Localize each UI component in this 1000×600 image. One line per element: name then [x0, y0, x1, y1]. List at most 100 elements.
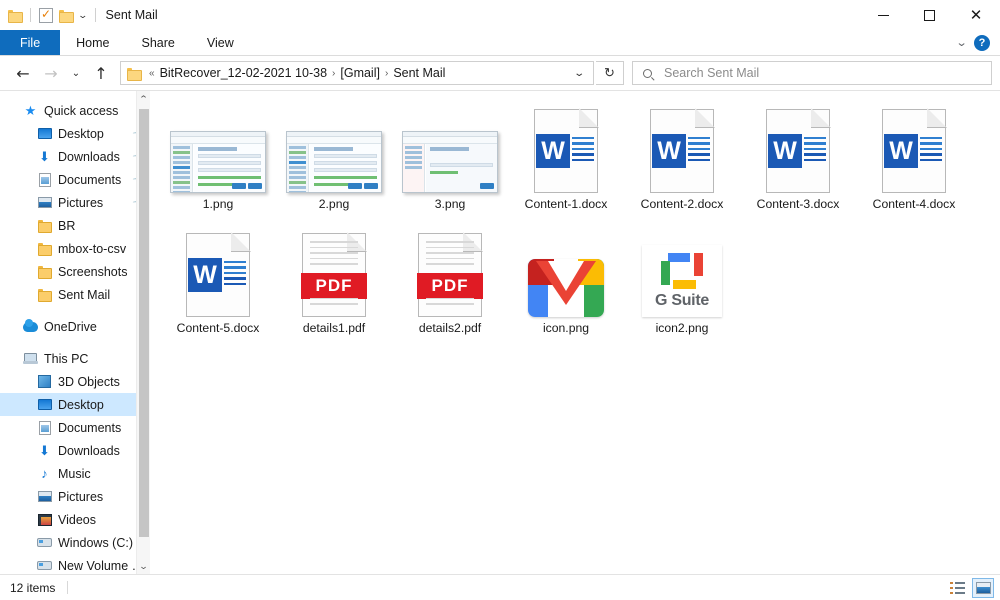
breadcrumb-separator: › [384, 67, 389, 79]
sidebar-item-music[interactable]: ♪ Music [0, 462, 150, 485]
file-item[interactable]: W Content-3.docx [740, 101, 856, 225]
sidebar-item-label: Desktop [58, 126, 104, 141]
tab-file[interactable]: File [0, 30, 61, 55]
details-view-icon [949, 581, 965, 594]
quick-access-toolbar: ⌄ [8, 7, 88, 23]
sidebar-item-pictures[interactable]: Pictures 📌 [0, 191, 150, 214]
music-icon: ♪ [41, 466, 48, 481]
image-thumbnail-icon [402, 131, 498, 193]
breadcrumb-dropdown-icon[interactable]: ⌄ [565, 68, 594, 79]
file-thumbnail: PDF [417, 225, 483, 321]
help-button[interactable]: ? [974, 34, 990, 51]
word-glyph: W [768, 134, 802, 168]
file-item[interactable]: W Content-1.docx [508, 101, 624, 225]
details-view-button[interactable] [946, 578, 968, 598]
search-input[interactable]: Search Sent Mail [632, 61, 992, 85]
maximize-button[interactable] [906, 0, 952, 30]
customize-chevron-icon[interactable]: ⌄ [77, 10, 88, 21]
pdf-document-icon: PDF [301, 233, 367, 317]
file-item[interactable]: 1.png [160, 101, 276, 225]
sidebar-item-label: Desktop [58, 397, 104, 412]
file-thumbnail: W [186, 225, 250, 321]
word-document-icon: W [650, 109, 714, 193]
file-thumbnail: PDF [301, 225, 367, 321]
image-thumbnail-icon [170, 131, 266, 193]
word-glyph: W [188, 258, 222, 292]
file-item[interactable]: G Suite icon2.png [624, 225, 740, 349]
forward-arrow-icon[interactable]: → [38, 60, 64, 86]
chevron-down-icon[interactable]: ⌄ [135, 558, 150, 574]
chevron-up-icon[interactable]: ⌃ [135, 91, 150, 107]
sidebar-item-new-volume-d[interactable]: New Volume (D:) [0, 554, 150, 574]
properties-icon[interactable] [39, 7, 53, 23]
sidebar-item-sent-mail[interactable]: Sent Mail [0, 283, 150, 306]
file-name: 2.png [318, 197, 350, 211]
sidebar-item-label: 3D Objects [58, 374, 120, 389]
folder-icon [8, 9, 23, 23]
new-folder-icon[interactable] [59, 9, 74, 23]
sidebar-item-downloads[interactable]: ⬇ Downloads 📌 [0, 145, 150, 168]
breadcrumb-bar[interactable]: « BitRecover_12-02-2021 10-38 › [Gmail] … [120, 61, 594, 85]
tab-home[interactable]: Home [60, 30, 125, 55]
word-document-icon: W [534, 109, 598, 193]
large-icons-view-button[interactable] [972, 577, 994, 598]
sidebar-item-windows-c[interactable]: Windows (C:) [0, 531, 150, 554]
status-bar: 12 items [0, 574, 1000, 600]
large-icons-view-icon [975, 581, 991, 594]
sidebar-item-downloads-thispc[interactable]: ⬇ Downloads [0, 439, 150, 462]
sidebar-item-pictures-thispc[interactable]: Pictures [0, 485, 150, 508]
file-item[interactable]: W Content-2.docx [624, 101, 740, 225]
minimize-button[interactable] [860, 0, 906, 30]
sidebar-item-3d-objects[interactable]: 3D Objects [0, 370, 150, 393]
gmail-logo-icon [528, 259, 604, 317]
sidebar-item-onedrive[interactable]: OneDrive [0, 315, 150, 338]
close-button[interactable]: ✕ [952, 0, 1000, 30]
navigation-pane-scrollbar[interactable]: ⌃ ⌄ [136, 91, 150, 574]
scrollbar-thumb[interactable] [139, 109, 149, 537]
file-name: details2.pdf [418, 321, 482, 335]
sidebar-item-mbox-to-csv[interactable]: mbox-to-csv [0, 237, 150, 260]
sidebar-group-this-pc[interactable]: This PC [0, 347, 150, 370]
file-list-view[interactable]: 1.png 2.png 3.png W Content-1.docx W Con… [150, 91, 1000, 574]
file-thumbnail: W [882, 101, 946, 197]
divider [30, 8, 31, 22]
file-item[interactable]: PDF details1.pdf [276, 225, 392, 349]
tab-view[interactable]: View [191, 30, 250, 55]
sidebar-item-videos[interactable]: Videos [0, 508, 150, 531]
sidebar-item-screenshots[interactable]: Screenshots [0, 260, 150, 283]
file-thumbnail: W [534, 101, 598, 197]
word-document-icon: W [186, 233, 250, 317]
breadcrumb-overflow[interactable]: « [147, 68, 157, 79]
sidebar-group-quick-access[interactable]: ★ Quick access [0, 99, 150, 122]
chevron-down-icon[interactable]: ⌄ [955, 36, 967, 49]
pictures-icon [36, 491, 53, 502]
sidebar-item-label: Downloads [58, 443, 120, 458]
explorer-body: ★ Quick access Desktop 📌 ⬇ Downloads 📌 D… [0, 90, 1000, 574]
refresh-button[interactable]: ↻ [596, 61, 624, 85]
sidebar-item-desktop[interactable]: Desktop 📌 [0, 122, 150, 145]
breadcrumb-item-sent-mail[interactable]: Sent Mail [393, 66, 445, 80]
folder-icon [127, 67, 142, 81]
drive-icon [36, 560, 53, 571]
breadcrumb-item-gmail[interactable]: [Gmail] [340, 66, 380, 80]
up-arrow-icon[interactable]: ↑ [88, 60, 114, 86]
file-item[interactable]: icon.png [508, 225, 624, 349]
star-icon: ★ [24, 102, 37, 118]
file-item[interactable]: PDF details2.pdf [392, 225, 508, 349]
sidebar-item-label: Music [58, 466, 91, 481]
tab-share[interactable]: Share [126, 30, 191, 55]
file-item[interactable]: W Content-5.docx [160, 225, 276, 349]
file-item[interactable]: 3.png [392, 101, 508, 225]
recent-locations-chevron-icon[interactable]: ⌄ [66, 60, 86, 86]
back-arrow-icon[interactable]: ← [10, 60, 36, 86]
breadcrumb-item-root[interactable]: BitRecover_12-02-2021 10-38 [160, 66, 327, 80]
sidebar-item-br[interactable]: BR [0, 214, 150, 237]
file-name: details1.pdf [302, 321, 366, 335]
sidebar-item-documents-thispc[interactable]: Documents [0, 416, 150, 439]
file-item[interactable]: W Content-4.docx [856, 101, 972, 225]
file-item[interactable]: 2.png [276, 101, 392, 225]
sidebar-item-documents[interactable]: Documents 📌 [0, 168, 150, 191]
sidebar-item-desktop-thispc[interactable]: Desktop [0, 393, 150, 416]
sidebar-item-label: This PC [44, 351, 89, 366]
